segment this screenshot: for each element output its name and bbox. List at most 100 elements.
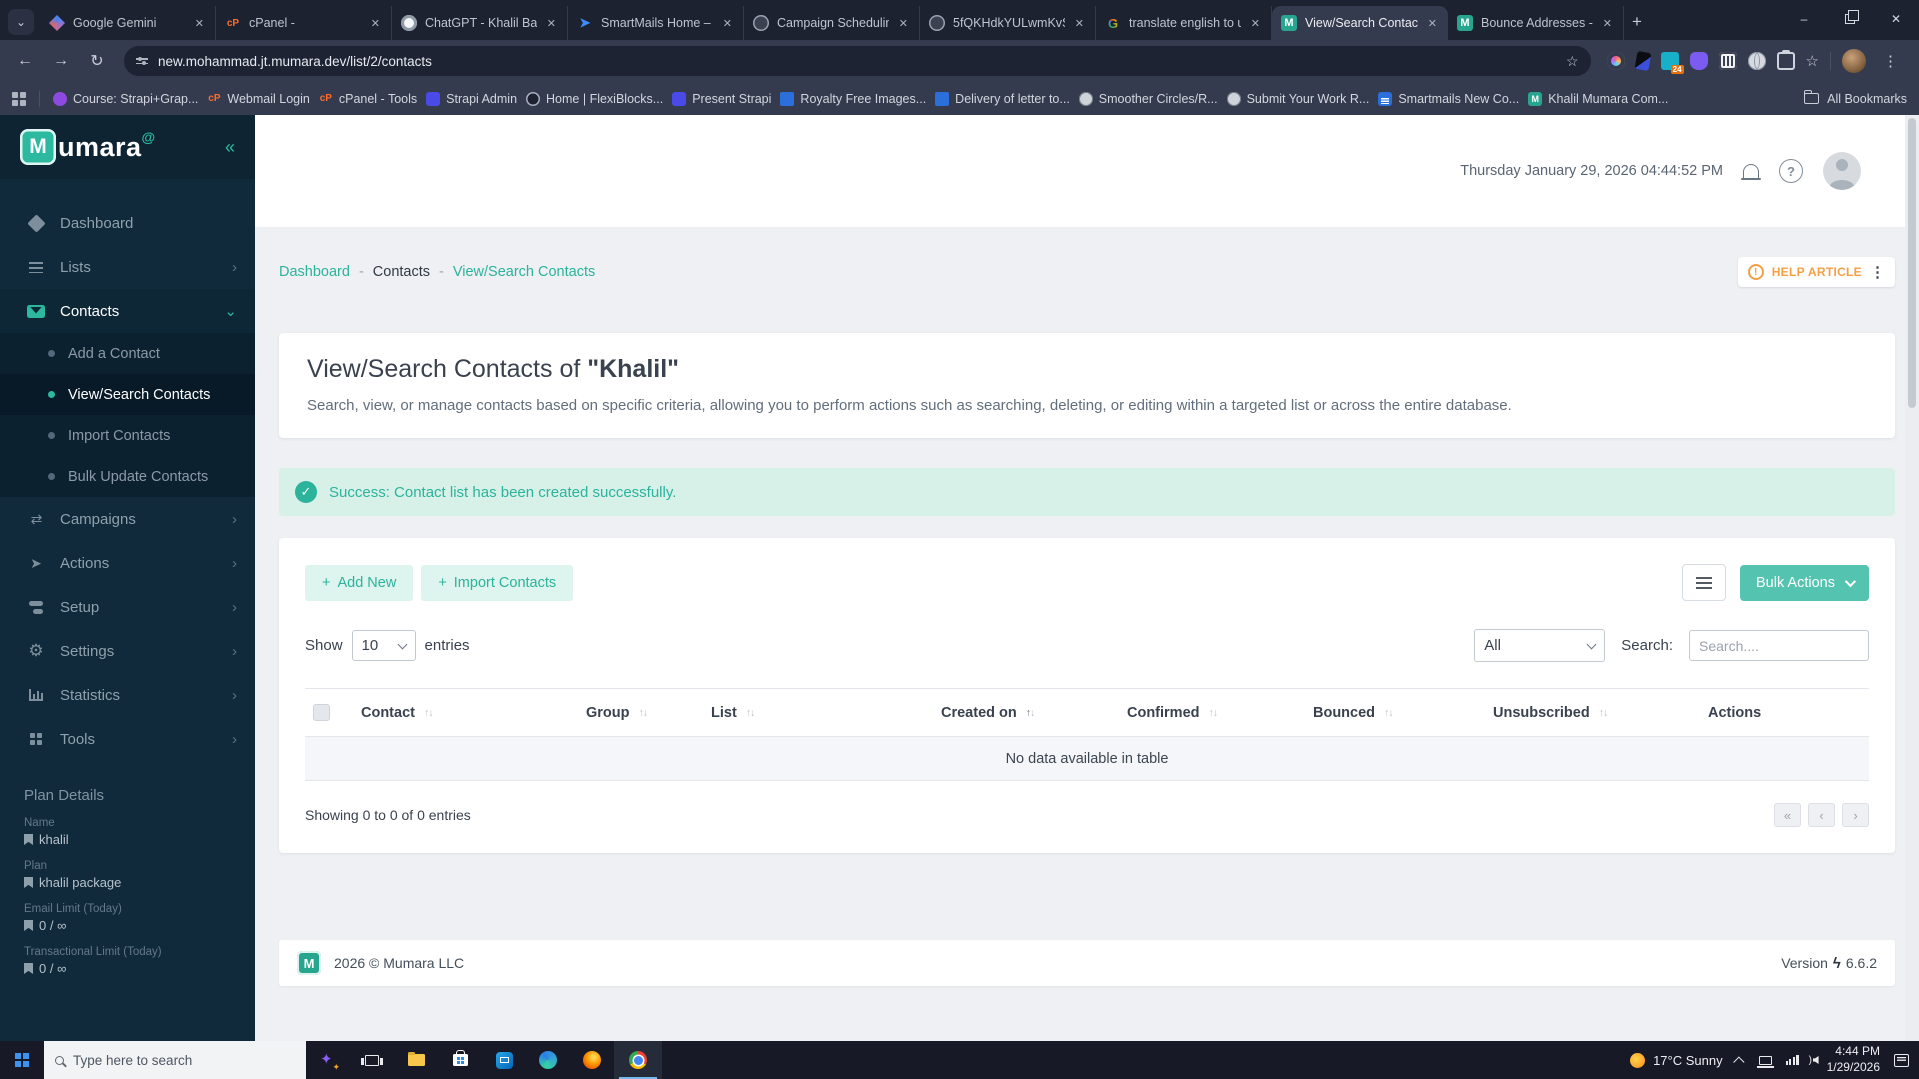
extension-icon[interactable] bbox=[1777, 52, 1795, 70]
sidebar-item-contacts[interactable]: Contacts ⌄ bbox=[0, 289, 255, 333]
restore-button[interactable] bbox=[1827, 0, 1873, 38]
page-next-button[interactable]: › bbox=[1842, 803, 1869, 827]
sidebar-collapse-icon[interactable]: « bbox=[225, 137, 235, 158]
page-scrollbar[interactable] bbox=[1905, 115, 1919, 1041]
column-visibility-button[interactable] bbox=[1682, 564, 1726, 601]
mumara-logo-icon[interactable]: M bbox=[20, 129, 56, 165]
page-first-button[interactable]: « bbox=[1774, 803, 1801, 827]
new-tab-button[interactable]: + bbox=[1632, 12, 1642, 32]
bookmark-course[interactable]: Course: Strapi+Grap... bbox=[53, 92, 198, 106]
display-icon[interactable] bbox=[1759, 1056, 1772, 1065]
extension-icon[interactable] bbox=[1634, 51, 1651, 71]
tab-translate[interactable]: G translate english to u ✕ bbox=[1096, 6, 1272, 40]
hidden-icons-chevron[interactable] bbox=[1733, 1056, 1744, 1067]
microsoft-store-button[interactable] bbox=[438, 1041, 482, 1079]
taskbar-search[interactable]: Type here to search bbox=[44, 1041, 306, 1079]
taskbar-weather[interactable]: 17°C Sunny bbox=[1630, 1053, 1723, 1068]
user-avatar[interactable] bbox=[1823, 152, 1861, 190]
column-header-unsubscribed[interactable]: Unsubscribed↑↓ bbox=[1493, 705, 1708, 721]
site-settings-icon[interactable] bbox=[136, 58, 148, 64]
close-icon[interactable]: ✕ bbox=[1426, 15, 1439, 32]
back-button[interactable]: ← bbox=[10, 46, 40, 76]
close-icon[interactable]: ✕ bbox=[897, 15, 910, 32]
sidebar-item-tools[interactable]: Tools › bbox=[0, 717, 255, 761]
minimize-button[interactable]: – bbox=[1781, 0, 1827, 38]
tab-google-gemini[interactable]: Google Gemini ✕ bbox=[40, 6, 216, 40]
task-view-button[interactable] bbox=[350, 1041, 394, 1079]
sidebar-item-import-contacts[interactable]: Import Contacts bbox=[0, 415, 255, 456]
page-previous-button[interactable]: ‹ bbox=[1808, 803, 1835, 827]
mail-button[interactable] bbox=[482, 1041, 526, 1079]
sidebar-item-actions[interactable]: ➤ Actions › bbox=[0, 541, 255, 585]
bookmark-delivery[interactable]: Delivery of letter to... bbox=[935, 92, 1070, 106]
filter-select[interactable]: All bbox=[1474, 629, 1605, 662]
network-icon[interactable] bbox=[1786, 1055, 1799, 1065]
column-header-list[interactable]: List↑↓ bbox=[711, 705, 941, 721]
forward-button[interactable]: → bbox=[46, 46, 76, 76]
edge-button[interactable] bbox=[526, 1041, 570, 1079]
address-bar[interactable]: new.mohammad.jt.mumara.dev/list/2/contac… bbox=[124, 46, 1591, 76]
url-text[interactable]: new.mohammad.jt.mumara.dev/list/2/contac… bbox=[158, 54, 1556, 69]
search-highlights-button[interactable]: ✦✦ bbox=[306, 1041, 350, 1079]
sidebar-item-add-a-contact[interactable]: Add a Contact bbox=[0, 333, 255, 374]
breadcrumb-dashboard[interactable]: Dashboard bbox=[279, 264, 350, 280]
column-header-group[interactable]: Group↑↓ bbox=[586, 705, 711, 721]
close-icon[interactable]: ✕ bbox=[721, 15, 734, 32]
sidebar-item-lists[interactable]: Lists › bbox=[0, 245, 255, 289]
page-length-select[interactable]: 10 bbox=[352, 630, 416, 661]
bookmark-flexiblocks[interactable]: Home | FlexiBlocks... bbox=[526, 92, 663, 106]
help-article-button[interactable]: ! HELP ARTICLE ⋮ bbox=[1738, 257, 1895, 287]
all-bookmarks-button[interactable]: All Bookmarks bbox=[1804, 92, 1907, 106]
browser-profile-avatar[interactable] bbox=[1842, 49, 1866, 73]
tab-view-search-contacts[interactable]: M View/Search Contacts ✕ bbox=[1272, 6, 1448, 40]
sidebar-item-statistics[interactable]: Statistics › bbox=[0, 673, 255, 717]
firefox-button[interactable] bbox=[570, 1041, 614, 1079]
tab-smartmails[interactable]: ➤ SmartMails Home – E ✕ bbox=[568, 6, 744, 40]
notifications-bell-icon[interactable] bbox=[1743, 164, 1759, 178]
bookmark-present-strapi[interactable]: Present Strapi bbox=[672, 92, 771, 106]
column-header-created-on[interactable]: Created on↑↓ bbox=[941, 705, 1127, 721]
extension-icon[interactable]: 24 bbox=[1661, 52, 1679, 70]
file-explorer-button[interactable] bbox=[394, 1041, 438, 1079]
sidebar-item-setup[interactable]: Setup › bbox=[0, 585, 255, 629]
bookmark-smoother-circles[interactable]: Smoother Circles/R... bbox=[1079, 92, 1218, 106]
tab-campaign-scheduling[interactable]: Campaign Scheduling ✕ bbox=[744, 6, 920, 40]
tab-5fqk[interactable]: 5fQKHdkYULwmKvSx ✕ bbox=[920, 6, 1096, 40]
taskbar-clock[interactable]: 4:44 PM 1/29/2026 bbox=[1827, 1044, 1880, 1075]
close-icon[interactable]: ✕ bbox=[1073, 15, 1086, 32]
sidebar-item-settings[interactable]: ⚙ Settings › bbox=[0, 629, 255, 673]
bookmark-submit-work[interactable]: Submit Your Work R... bbox=[1227, 92, 1370, 106]
add-new-button[interactable]: +Add New bbox=[305, 565, 413, 601]
bookmark-khalil-mumara[interactable]: MKhalil Mumara Com... bbox=[1528, 92, 1668, 106]
close-icon[interactable]: ✕ bbox=[545, 15, 558, 32]
close-window-button[interactable]: ✕ bbox=[1873, 0, 1919, 38]
column-header-confirmed[interactable]: Confirmed↑↓ bbox=[1127, 705, 1313, 721]
bookmark-smartmails-new[interactable]: Smartmails New Co... bbox=[1378, 92, 1519, 106]
breadcrumb-contacts[interactable]: Contacts bbox=[373, 264, 430, 280]
close-icon[interactable]: ✕ bbox=[369, 15, 382, 32]
help-icon[interactable]: ? bbox=[1779, 159, 1803, 183]
extension-icon[interactable] bbox=[1748, 52, 1766, 70]
sidebar-item-campaigns[interactable]: ⇄ Campaigns › bbox=[0, 497, 255, 541]
scrollbar-thumb[interactable] bbox=[1908, 118, 1916, 408]
action-center-icon[interactable] bbox=[1894, 1054, 1909, 1067]
bookmark-royalty-free[interactable]: Royalty Free Images... bbox=[780, 92, 926, 106]
close-icon[interactable]: ✕ bbox=[1601, 15, 1614, 32]
extension-icon[interactable] bbox=[1607, 52, 1625, 70]
tab-search-button[interactable]: ⌄ bbox=[8, 9, 34, 35]
sidebar-item-view-search-contacts[interactable]: View/Search Contacts bbox=[0, 374, 255, 415]
tab-bounce-addresses[interactable]: M Bounce Addresses - E ✕ bbox=[1448, 6, 1624, 40]
kebab-icon[interactable]: ⋮ bbox=[1870, 263, 1885, 281]
bookmark-star-icon[interactable]: ☆ bbox=[1566, 53, 1579, 70]
tab-cpanel[interactable]: cP cPanel - ✕ bbox=[216, 6, 392, 40]
extension-icon[interactable] bbox=[1690, 52, 1708, 70]
apps-grid-icon[interactable] bbox=[12, 92, 26, 106]
chrome-button-active[interactable] bbox=[614, 1041, 662, 1079]
search-input[interactable] bbox=[1689, 630, 1869, 661]
extension-icon[interactable] bbox=[1719, 52, 1737, 70]
column-header-contact[interactable]: Contact↑↓ bbox=[361, 705, 586, 721]
column-header-bounced[interactable]: Bounced↑↓ bbox=[1313, 705, 1493, 721]
select-all-checkbox[interactable] bbox=[313, 704, 330, 721]
reload-button[interactable]: ↻ bbox=[82, 46, 112, 76]
sidebar-item-dashboard[interactable]: Dashboard bbox=[0, 201, 255, 245]
